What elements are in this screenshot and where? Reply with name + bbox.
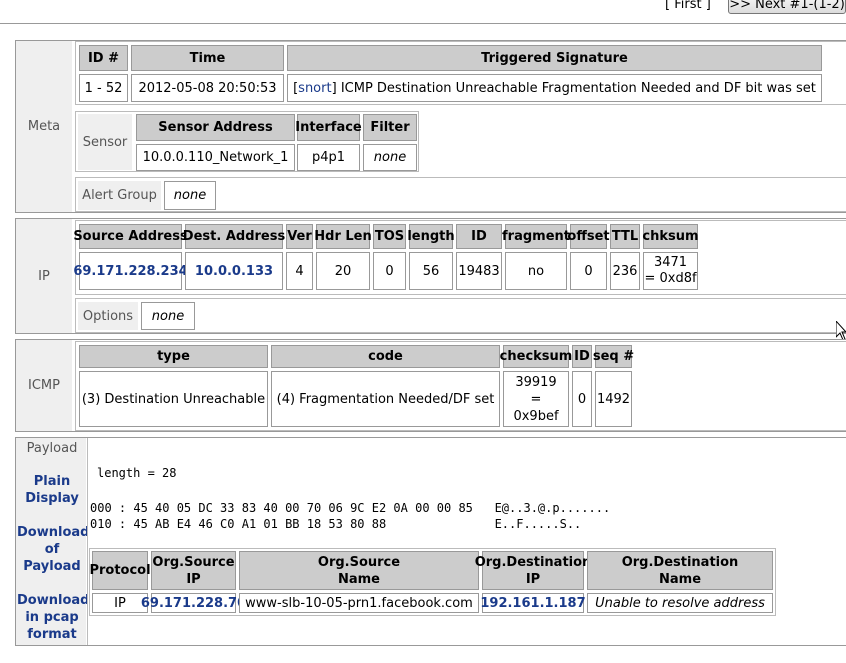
download-pcap-line-2: in pcap	[25, 610, 79, 625]
org-destination-name-header: Org.Destination Name	[587, 551, 773, 590]
download-pcap-line-1: Download	[17, 593, 90, 608]
ip-dst-value[interactable]: 10.0.0.133	[185, 252, 283, 290]
ip-chksum-value: 3471 = 0xd8f	[643, 252, 698, 290]
download-payload-line-1: Download	[17, 525, 90, 540]
payload-label: Payload	[26, 441, 78, 456]
ip-chksum-header: chksum	[642, 224, 699, 249]
org-protocol-value: IP	[92, 593, 148, 613]
ip-src-value[interactable]: 69.171.228.234	[73, 252, 188, 290]
icmp-type-header: type	[79, 345, 268, 368]
icmp-id-value: 0	[572, 371, 592, 427]
mouse-cursor-icon	[836, 321, 846, 341]
sensor-filter-value: none	[363, 144, 417, 171]
meta-label: Meta	[16, 41, 72, 212]
download-payload-line-3: Payload	[23, 559, 81, 574]
ip-label: IP	[16, 219, 72, 333]
org-source-name-value: www-slb-10-05-prn1.facebook.com	[239, 593, 479, 613]
ip-id-header: ID	[456, 224, 502, 249]
icmp-label: ICMP	[16, 340, 72, 431]
icmp-seq-value: 1492	[595, 371, 632, 427]
meta-signature-value: [snort] ICMP Destination Unreachable Fra…	[287, 74, 822, 102]
signature-source-link[interactable]: snort	[298, 80, 331, 97]
icmp-type-value: (3) Destination Unreachable	[79, 371, 268, 427]
meta-id-value: 1 - 52	[79, 74, 128, 102]
ip-hdrlen-header: Hdr Len	[314, 224, 372, 249]
payload-hex-line-2: 010 : 45 AB E4 46 C0 A1 01 BB 18 53 80 8…	[90, 517, 582, 531]
icmp-checksum-value: 39919 = 0x9bef	[503, 371, 569, 427]
download-pcap-line-3: format	[27, 627, 77, 642]
download-pcap-link[interactable]: Download in pcap format	[17, 592, 90, 643]
org-source-name-header: Org.Source Name	[239, 551, 479, 590]
signature-text: ICMP Destination Unreachable Fragmentati…	[340, 80, 816, 96]
meta-signature-header: Triggered Signature	[287, 45, 822, 71]
download-payload-line-2: of	[44, 542, 60, 557]
signature-bracket-close: ]	[331, 80, 341, 96]
meta-time-value: 2012-05-08 20:50:53	[131, 74, 284, 102]
top-nav: [ First ] >> Next #1-(1-2)	[0, 0, 846, 24]
org-destination-ip-header: Org.Destination IP	[475, 551, 591, 590]
org-destination-ip-value[interactable]: 192.161.1.187	[480, 593, 586, 613]
meta-time-header: Time	[131, 45, 284, 71]
icmp-checksum-hex: 0x9bef	[513, 408, 559, 424]
payload-length: length = 28	[97, 466, 177, 480]
sensor-address-header: Sensor Address	[136, 114, 295, 141]
icmp-code-value: (4) Fragmentation Needed/DF set	[271, 371, 500, 427]
ip-dst-header: Dest. Address	[183, 224, 285, 249]
icmp-checksum-equals: =	[530, 391, 542, 407]
icmp-checksum-header: checksum	[500, 345, 572, 368]
download-payload-link[interactable]: Download of Payload	[17, 524, 90, 575]
first-link[interactable]: [ First ]	[665, 0, 711, 12]
sensor-label: Sensor	[78, 114, 132, 170]
ip-ttl-header: TTL	[610, 224, 640, 249]
meta-id-header: ID #	[79, 45, 128, 71]
plain-display-line-1: Plain	[33, 474, 71, 489]
ip-tos-value: 0	[373, 252, 406, 290]
plain-display-link[interactable]: Plain Display	[17, 473, 87, 507]
ip-tos-header: TOS	[373, 224, 406, 249]
sensor-address-value: 10.0.0.110_Network_1	[136, 144, 295, 171]
ip-chksum-hex: = 0xd8f	[644, 271, 697, 286]
ip-hdrlen-value: 20	[316, 252, 370, 290]
payload-hex-line-1: 000 : 45 40 05 DC 33 83 40 00 70 06 9C E…	[90, 501, 611, 515]
icmp-checksum-decimal: 39919	[515, 374, 557, 390]
sensor-interface-header: Interface	[295, 114, 362, 141]
ip-options-value: none	[141, 302, 195, 330]
ip-ver-header: Ver	[286, 224, 313, 249]
ip-src-header: Source Address	[73, 224, 188, 249]
org-source-ip-header: Org.Source IP	[151, 551, 236, 590]
next-button[interactable]: >> Next #1-(1-2)	[728, 0, 846, 14]
org-destination-name-value: Unable to resolve address	[587, 593, 773, 613]
ip-fragment-header: fragment	[502, 224, 570, 249]
org-source-ip-value[interactable]: 69.171.228.70	[141, 593, 246, 613]
sensor-interface-value: p4p1	[297, 144, 360, 171]
icmp-id-header: ID	[572, 345, 592, 368]
plain-display-line-2: Display	[25, 491, 79, 506]
sensor-filter-header: Filter	[363, 114, 417, 141]
ip-offset-header: offset	[567, 224, 610, 249]
org-protocol-header: Protocol	[89, 551, 151, 590]
ip-id-value: 19483	[456, 252, 502, 290]
ip-length-header: length	[407, 224, 455, 249]
ip-fragment-value: no	[505, 252, 567, 290]
ip-options-label: Options	[78, 302, 138, 330]
ip-chksum-decimal: 3471	[653, 255, 688, 270]
ip-length-value: 56	[409, 252, 453, 290]
alert-group-label: Alert Group	[78, 181, 161, 210]
icmp-code-header: code	[271, 345, 500, 368]
ip-ver-value: 4	[286, 252, 313, 290]
ip-ttl-value: 236	[610, 252, 640, 290]
ip-offset-value: 0	[570, 252, 607, 290]
alert-group-value: none	[164, 181, 216, 210]
icmp-seq-header: seq #	[593, 345, 634, 368]
